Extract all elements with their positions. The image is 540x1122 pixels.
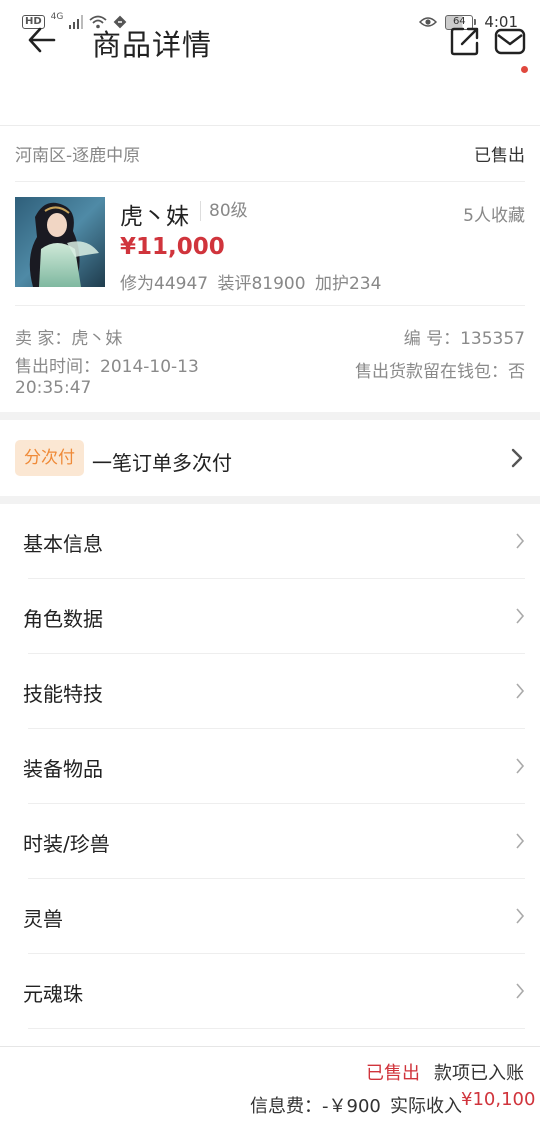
menu-item-label: 基本信息 [23,532,103,556]
menu-item-character-data[interactable]: 角色数据 [0,579,540,654]
character-name: 虎丶妹 [120,204,189,230]
section-divider [0,496,540,504]
server-row: 河南区-逐鹿中原 已售出 [15,126,525,182]
menu-item-label: 技能特技 [23,682,103,706]
section-divider [0,412,540,420]
serial-number: 编 号：135357 [403,329,525,349]
menu-item-label: 装备物品 [23,757,103,781]
menu-item-label: 元魂珠 [23,982,83,1006]
chevron-right-icon [516,683,525,699]
notification-dot [521,66,528,73]
signal-icon [69,15,84,29]
menu-item-label: 时装/珍兽 [23,832,110,856]
actual-income-label: 实际收入 [390,1096,462,1117]
bottom-summary-bar: 已售出 款项已入账 信息费：-￥900 实际收入 ¥10,100 [0,1046,540,1122]
price: ¥11,000 [120,234,225,260]
menu-item-fashion-pets[interactable]: 时装/珍兽 [0,804,540,879]
chevron-right-icon [516,758,525,774]
chevron-right-icon [516,608,525,624]
installment-row[interactable]: 分次付 一笔订单多次付 [0,420,540,496]
footer-payment-status: 款项已入账 [434,1063,524,1084]
menu-item-spirit-beast[interactable]: 灵兽 [0,879,540,954]
menu-item-skills[interactable]: 技能特技 [0,654,540,729]
detail-menu: 基本信息 角色数据 技能特技 装备物品 时装/珍兽 灵兽 元魂珠 [0,504,540,1029]
menu-item-basic-info[interactable]: 基本信息 [0,504,540,579]
top-nav-bar [0,44,540,126]
installment-badge: 分次付 [15,440,84,476]
menu-item-equipment[interactable]: 装备物品 [0,729,540,804]
page-title: 商品详情 [92,28,213,62]
favorites-count: 5人收藏 [463,206,525,226]
seller-name: 卖 家：虎丶妹 [15,329,123,349]
character-stats: 修为44947 装评81900 加护234 [120,274,382,294]
character-level: 80级 [200,201,248,221]
server-name: 河南区-逐鹿中原 [15,146,141,166]
seller-info: 卖 家：虎丶妹 编 号：135357 售出时间：2014-10-13 20:35… [15,306,525,412]
sold-time: 售出时间：2014-10-13 20:35:47 [15,357,199,398]
share-icon[interactable] [450,26,480,56]
chevron-right-icon [516,908,525,924]
menu-item-soul-orb[interactable]: 元魂珠 [0,954,540,1029]
chevron-right-icon [516,983,525,999]
menu-item-label: 角色数据 [23,607,103,631]
info-fee: 信息费：-￥900 [250,1096,381,1117]
chevron-right-icon [511,448,523,468]
mail-icon[interactable] [494,26,526,56]
actual-income-value: ¥10,100 [461,1089,536,1110]
network-type: 4G [50,12,64,22]
wallet-setting: 售出货款留在钱包：否 [355,362,525,382]
product-card[interactable]: 虎丶妹 80级 5人收藏 ¥11,000 修为44947 装评81900 加护2… [15,182,525,306]
character-thumbnail [15,197,105,287]
installment-text: 一笔订单多次付 [92,451,232,475]
footer-sold-status: 已售出 [366,1063,420,1084]
back-arrow-icon[interactable] [26,24,58,56]
chevron-right-icon [516,833,525,849]
menu-item-label: 灵兽 [23,907,63,931]
eye-comfort-icon [419,17,438,27]
chevron-right-icon [516,533,525,549]
sale-status: 已售出 [474,146,525,166]
